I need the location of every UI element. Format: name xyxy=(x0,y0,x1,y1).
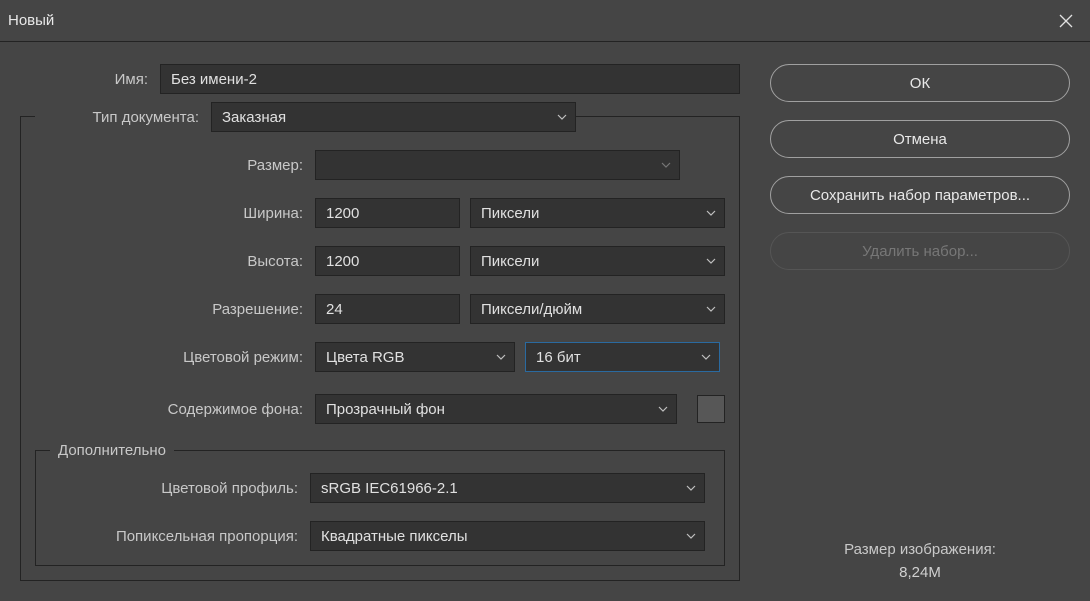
resolution-unit-value: Пиксели/дюйм xyxy=(481,301,582,318)
cancel-button[interactable]: Отмена xyxy=(770,120,1070,158)
bg-content-dropdown[interactable]: Прозрачный фон xyxy=(315,394,677,424)
dialog-content: Имя: Тип документа: Заказная Размер: Шир… xyxy=(0,42,1090,601)
bg-content-row: Содержимое фона: Прозрачный фон xyxy=(35,394,725,424)
chevron-down-icon xyxy=(557,112,567,122)
color-mode-value: Цвета RGB xyxy=(326,349,404,366)
resolution-label: Разрешение: xyxy=(35,301,315,318)
close-icon[interactable] xyxy=(1058,13,1074,29)
bg-color-swatch[interactable] xyxy=(697,395,725,423)
chevron-down-icon xyxy=(496,352,506,362)
size-dropdown[interactable] xyxy=(315,150,680,180)
main-settings-group: Тип документа: Заказная Размер: Ширина: xyxy=(20,116,740,581)
doc-type-value: Заказная xyxy=(222,109,286,126)
width-unit-value: Пиксели xyxy=(481,205,539,222)
width-input[interactable] xyxy=(315,198,460,228)
resolution-row: Разрешение: Пиксели/дюйм xyxy=(35,294,725,324)
pixel-aspect-dropdown[interactable]: Квадратные пикселы xyxy=(310,521,705,551)
bg-content-label: Содержимое фона: xyxy=(35,401,315,418)
image-size-info: Размер изображения: 8,24M xyxy=(770,371,1070,581)
chevron-down-icon xyxy=(658,404,668,414)
doc-type-label: Тип документа: xyxy=(35,109,211,126)
chevron-down-icon xyxy=(706,208,716,218)
pixel-aspect-value: Квадратные пикселы xyxy=(321,528,468,545)
resolution-unit-dropdown[interactable]: Пиксели/дюйм xyxy=(470,294,725,324)
color-profile-label: Цветовой профиль: xyxy=(50,480,310,497)
name-row: Имя: xyxy=(20,64,740,94)
titlebar: Новый xyxy=(0,0,1090,42)
height-unit-dropdown[interactable]: Пиксели xyxy=(470,246,725,276)
image-size-label: Размер изображения: xyxy=(770,541,1070,558)
color-profile-value: sRGB IEC61966-2.1 xyxy=(321,480,458,497)
width-row: Ширина: Пиксели xyxy=(35,198,725,228)
image-size-value: 8,24M xyxy=(770,564,1070,581)
size-label: Размер: xyxy=(35,157,315,174)
advanced-legend: Дополнительно xyxy=(50,442,174,459)
height-input[interactable] xyxy=(315,246,460,276)
resolution-input[interactable] xyxy=(315,294,460,324)
color-mode-label: Цветовой режим: xyxy=(35,349,315,366)
titlebar-title: Новый xyxy=(8,12,54,29)
height-label: Высота: xyxy=(35,253,315,270)
pixel-aspect-label: Попиксельная пропорция: xyxy=(50,528,310,545)
color-profile-row: Цветовой профиль: sRGB IEC61966-2.1 xyxy=(50,473,710,503)
chevron-down-icon xyxy=(706,304,716,314)
chevron-down-icon xyxy=(701,352,711,362)
color-mode-dropdown[interactable]: Цвета RGB xyxy=(315,342,515,372)
height-row: Высота: Пиксели xyxy=(35,246,725,276)
bit-depth-value: 16 бит xyxy=(536,349,581,366)
doc-type-row: Тип документа: Заказная xyxy=(35,102,725,132)
save-preset-button[interactable]: Сохранить набор параметров... xyxy=(770,176,1070,214)
button-column: ОК Отмена Сохранить набор параметров... … xyxy=(770,64,1070,581)
width-unit-dropdown[interactable]: Пиксели xyxy=(470,198,725,228)
height-unit-value: Пиксели xyxy=(481,253,539,270)
name-label: Имя: xyxy=(20,71,160,88)
doc-type-dropdown[interactable]: Заказная xyxy=(211,102,576,132)
delete-preset-button: Удалить набор... xyxy=(770,232,1070,270)
ok-button[interactable]: ОК xyxy=(770,64,1070,102)
chevron-down-icon xyxy=(686,483,696,493)
chevron-down-icon xyxy=(661,160,671,170)
color-profile-dropdown[interactable]: sRGB IEC61966-2.1 xyxy=(310,473,705,503)
size-row: Размер: xyxy=(35,150,725,180)
width-label: Ширина: xyxy=(35,205,315,222)
color-mode-row: Цветовой режим: Цвета RGB 16 бит xyxy=(35,342,725,372)
chevron-down-icon xyxy=(706,256,716,266)
form-column: Имя: Тип документа: Заказная Размер: Шир… xyxy=(20,64,740,581)
chevron-down-icon xyxy=(686,531,696,541)
bg-content-value: Прозрачный фон xyxy=(326,401,445,418)
bit-depth-dropdown[interactable]: 16 бит xyxy=(525,342,720,372)
pixel-aspect-row: Попиксельная пропорция: Квадратные пиксе… xyxy=(50,521,710,551)
advanced-fieldset: Дополнительно Цветовой профиль: sRGB IEC… xyxy=(35,442,725,566)
name-input[interactable] xyxy=(160,64,740,94)
